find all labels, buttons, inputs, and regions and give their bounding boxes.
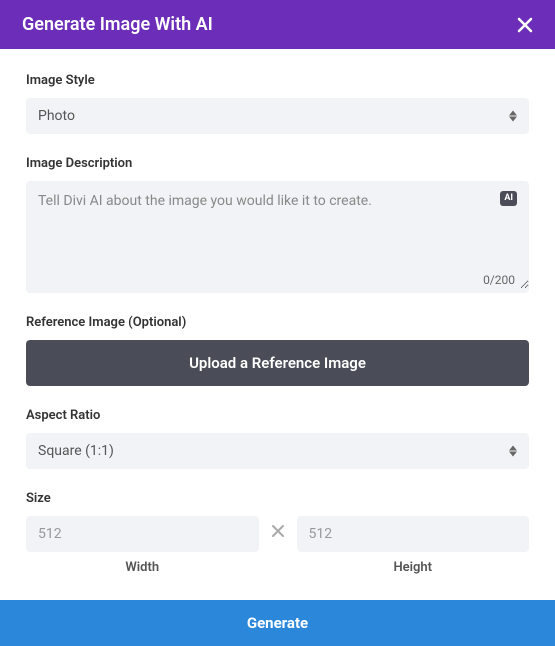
image-style-label: Image Style <box>26 73 529 88</box>
size-separator <box>271 516 285 538</box>
modal-title: Generate Image With AI <box>22 14 213 35</box>
upload-reference-button[interactable]: Upload a Reference Image <box>26 340 529 386</box>
reference-image-label: Reference Image (Optional) <box>26 315 529 330</box>
aspect-ratio-select[interactable]: Square (1:1) <box>26 433 529 469</box>
aspect-ratio-label: Aspect Ratio <box>26 408 529 423</box>
modal-content: Image Style Photo Image Description AI 0… <box>0 49 555 575</box>
generate-button[interactable]: Generate <box>0 600 555 646</box>
image-description-field: Image Description AI 0/200 <box>26 156 529 293</box>
size-label: Size <box>26 491 529 506</box>
width-sublabel: Width <box>26 560 259 575</box>
width-input[interactable] <box>26 516 259 552</box>
image-description-textarea[interactable] <box>26 181 529 289</box>
height-column: Height <box>297 516 530 575</box>
close-button[interactable] <box>517 17 533 33</box>
size-row: Width Height <box>26 516 529 575</box>
height-input[interactable] <box>297 516 530 552</box>
image-description-label: Image Description <box>26 156 529 171</box>
image-style-select-wrapper: Photo <box>26 98 529 134</box>
times-icon <box>271 524 285 538</box>
image-description-wrapper: AI 0/200 <box>26 181 529 293</box>
image-style-field: Image Style Photo <box>26 73 529 134</box>
image-style-select[interactable]: Photo <box>26 98 529 134</box>
aspect-ratio-field: Aspect Ratio Square (1:1) <box>26 408 529 469</box>
ai-badge[interactable]: AI <box>500 191 517 206</box>
width-column: Width <box>26 516 259 575</box>
modal-header: Generate Image With AI <box>0 0 555 49</box>
reference-image-field: Reference Image (Optional) Upload a Refe… <box>26 315 529 386</box>
modal-footer: Generate <box>0 600 555 646</box>
aspect-ratio-select-wrapper: Square (1:1) <box>26 433 529 469</box>
close-icon <box>517 17 533 33</box>
size-field: Size Width Height <box>26 491 529 575</box>
height-sublabel: Height <box>297 560 530 575</box>
